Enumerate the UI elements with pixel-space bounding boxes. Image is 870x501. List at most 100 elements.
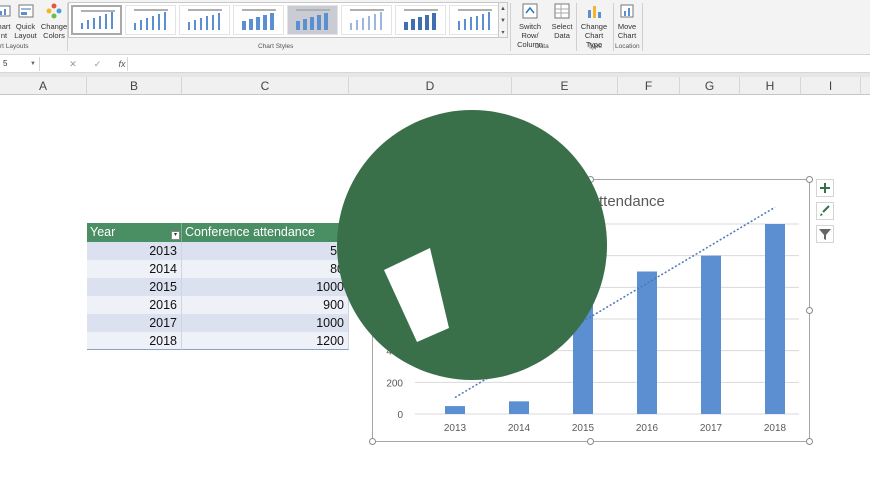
resize-handle-right[interactable] <box>806 307 813 314</box>
column-header-j[interactable] <box>861 77 870 95</box>
column-header-i[interactable]: I <box>801 77 861 95</box>
thumb-bar <box>218 13 220 30</box>
table-cell-attendance[interactable]: 1000 <box>182 314 349 332</box>
table-cell-attendance[interactable]: 50 <box>182 242 349 260</box>
overlay-circle <box>337 110 607 380</box>
ribbon-separator <box>642 3 643 51</box>
table-cell-attendance[interactable]: 1200 <box>182 332 349 350</box>
table-cell-year[interactable]: 2017 <box>87 314 182 332</box>
chart-style-5[interactable] <box>287 5 338 35</box>
chart-layouts-group-label: rt Layouts <box>0 43 29 50</box>
column-header-a[interactable]: A <box>0 77 87 95</box>
chart-style-2[interactable] <box>125 5 176 35</box>
scroll-up-icon[interactable]: ▲ <box>499 3 507 15</box>
column-header-g[interactable]: G <box>680 77 740 95</box>
thumb-bar <box>374 14 376 30</box>
chart-style-4[interactable] <box>233 5 284 35</box>
table-header-attendance[interactable]: Conference attendance <box>182 223 349 242</box>
x-tick-label: 2016 <box>636 423 659 434</box>
thumb-bar <box>111 12 113 29</box>
enter-icon[interactable]: ✓ <box>87 57 109 71</box>
thumb-bar <box>270 13 274 30</box>
cancel-icon[interactable]: ✕ <box>62 57 84 71</box>
name-box[interactable]: 5 ▼ <box>0 57 40 71</box>
x-tick-label: 2015 <box>572 423 595 434</box>
chart-style-8[interactable] <box>449 5 500 35</box>
move-chart-button[interactable]: Move Chart <box>613 2 641 40</box>
column-header-h[interactable]: H <box>740 77 801 95</box>
table-cell-year[interactable]: 2015 <box>87 278 182 296</box>
thumb-title <box>350 9 384 11</box>
table-cell-attendance[interactable]: 80 <box>182 260 349 278</box>
chart-filters-button[interactable] <box>816 225 834 243</box>
chart-styles-button[interactable] <box>816 202 834 220</box>
paintbrush-icon <box>820 205 830 216</box>
thumb-title <box>242 9 276 11</box>
table-cell-year[interactable]: 2016 <box>87 296 182 314</box>
thumb-bar <box>134 23 136 30</box>
resize-handle-bottom-left[interactable] <box>369 438 376 445</box>
table-cell-year[interactable]: 2014 <box>87 260 182 278</box>
chart-bar[interactable] <box>701 255 721 414</box>
change-chart-type-button[interactable]: Change Chart Type <box>576 2 612 49</box>
thumb-bar <box>317 15 321 30</box>
filter-dropdown-icon[interactable]: ▾ <box>171 231 180 240</box>
column-header-f[interactable]: F <box>618 77 680 95</box>
thumb-bar <box>303 19 307 30</box>
thumb-bar <box>242 21 246 30</box>
chart-bar[interactable] <box>637 271 657 415</box>
column-header-e[interactable]: E <box>512 77 618 95</box>
thumb-bar <box>206 16 208 30</box>
table-cell-year[interactable]: 2018 <box>87 332 182 350</box>
chart-styles-gallery <box>68 2 501 38</box>
thumb-bar <box>310 17 314 30</box>
thumb-bar <box>458 21 460 30</box>
resize-handle-bottom-right[interactable] <box>806 438 813 445</box>
chart-bar[interactable] <box>445 406 465 414</box>
move-chart-icon <box>620 4 634 18</box>
thumb-bar <box>296 21 300 30</box>
chart-style-6[interactable] <box>341 5 392 35</box>
table-cell-attendance[interactable]: 1000 <box>182 278 349 296</box>
column-header-b[interactable]: B <box>87 77 182 95</box>
thumb-bar <box>350 23 352 30</box>
thumb-title <box>81 10 115 12</box>
resize-handle-bottom[interactable] <box>587 438 594 445</box>
chart-style-1[interactable] <box>71 5 122 35</box>
change-colors-button[interactable]: Change Colors <box>40 2 68 40</box>
thumb-bar <box>164 12 166 30</box>
chart-style-7[interactable] <box>395 5 446 35</box>
x-tick-label: 2014 <box>508 423 531 434</box>
chart-title[interactable]: ttendance <box>599 193 665 210</box>
gallery-scroll[interactable]: ▲ ▼ ▾ <box>498 2 508 38</box>
resize-handle-top-right[interactable] <box>806 176 813 183</box>
scroll-down-icon[interactable]: ▼ <box>499 15 507 27</box>
chart-bar[interactable] <box>509 401 529 414</box>
thumb-bar <box>81 23 83 29</box>
quick-layout-label-2: Layout <box>14 31 37 40</box>
switch-row-column-button[interactable]: Switch Row/ Column <box>510 2 550 49</box>
chart-bar[interactable] <box>765 224 785 414</box>
table-cell-year[interactable]: 2013 <box>87 242 182 260</box>
add-chart-element-button[interactable]: hart nt <box>0 2 12 40</box>
chevron-down-icon[interactable]: ▼ <box>30 57 36 71</box>
thumb-bar <box>256 17 260 30</box>
thumb-bar <box>200 18 202 30</box>
quick-layout-button[interactable]: Quick Layout <box>12 2 39 40</box>
table-cell-attendance[interactable]: 900 <box>182 296 349 314</box>
formula-input[interactable] <box>127 57 870 71</box>
column-header-c[interactable]: C <box>182 77 349 95</box>
chart-style-3[interactable] <box>179 5 230 35</box>
select-data-button[interactable]: Select Data <box>549 2 575 40</box>
thumb-bar <box>432 13 436 30</box>
column-header-d[interactable]: D <box>349 77 512 95</box>
thumb-bar <box>93 18 95 29</box>
move-chart-label-2: Chart <box>617 31 637 40</box>
chart-elements-button[interactable] <box>816 179 834 197</box>
location-group-label: Location <box>615 43 640 50</box>
thumb-bar <box>105 14 107 29</box>
more-styles-icon[interactable]: ▾ <box>499 27 507 39</box>
quick-layout-label-1: Quick <box>15 22 36 31</box>
table-header-year[interactable]: Year <box>87 223 182 242</box>
move-chart-label-1: Move <box>617 22 637 31</box>
